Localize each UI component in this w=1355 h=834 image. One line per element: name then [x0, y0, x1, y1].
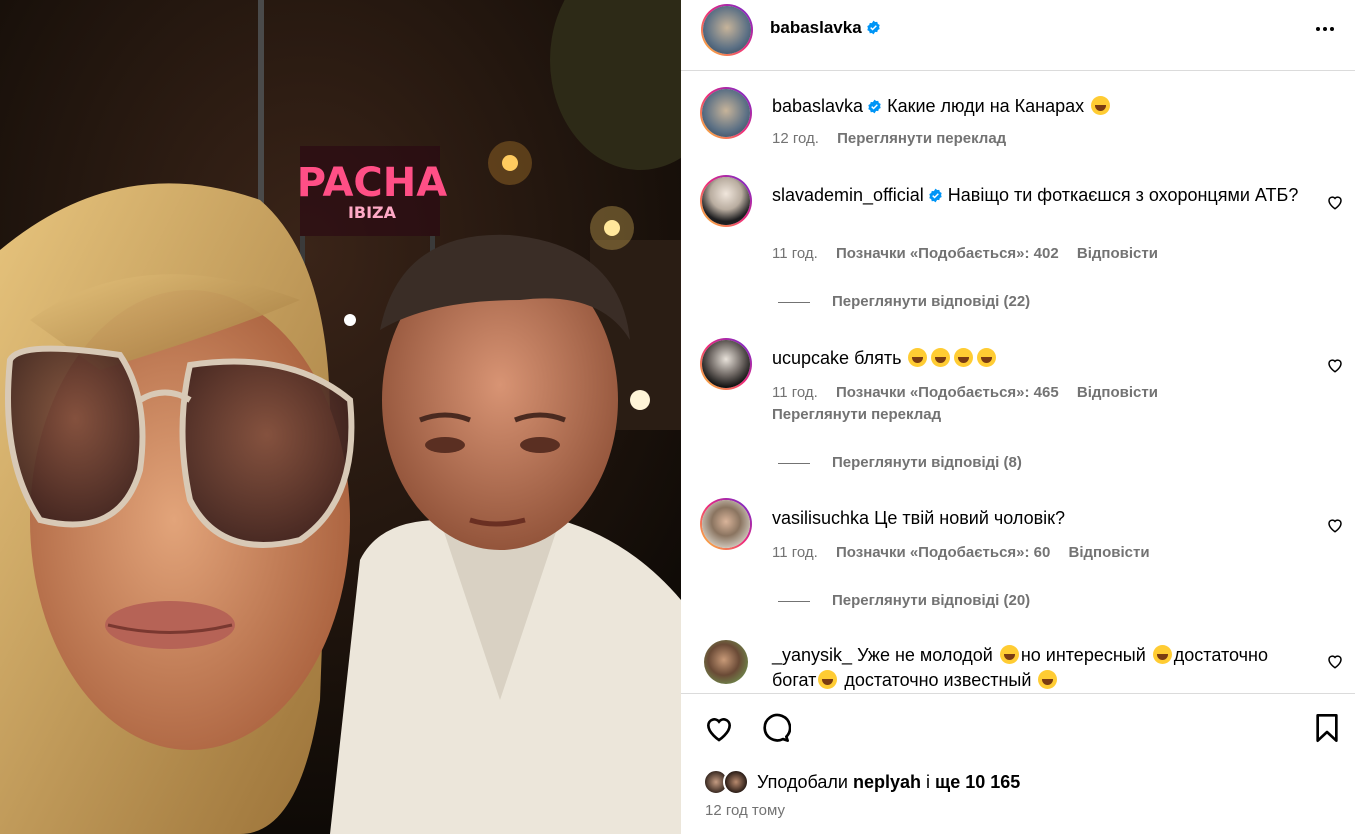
comment-meta: 11 год. Позначки «Подобається»: 465 Відп…	[772, 384, 1172, 401]
reply-button[interactable]: Відповісти	[1077, 245, 1158, 262]
laughing-emoji-icon	[818, 670, 838, 689]
laughing-emoji-icon	[1038, 670, 1058, 689]
laughing-emoji-icon	[931, 348, 951, 367]
comment-avatar[interactable]	[700, 175, 752, 227]
comment-meta: 11 год. Позначки «Подобається»: 402 Відп…	[772, 245, 1172, 262]
sign-pacha-text: PACHA	[297, 160, 447, 206]
heart-icon[interactable]	[703, 712, 735, 744]
caption-username[interactable]: babaslavka	[772, 96, 863, 116]
liker-avatar	[723, 769, 749, 795]
comment-icon[interactable]	[759, 712, 791, 744]
comment-text-row: ucupcake блять	[772, 346, 1312, 371]
comment-avatar[interactable]	[700, 338, 752, 390]
verified-badge-icon	[868, 99, 881, 114]
comment-likes[interactable]: Позначки «Подобається»: 465	[836, 384, 1059, 401]
laughing-emoji-icon	[954, 348, 974, 367]
comment-text: блять	[854, 348, 902, 368]
comment-time[interactable]: 11 год.	[772, 384, 818, 401]
post-side-panel: babaslavka babaslavka Какие люди на Кана…	[681, 0, 1355, 834]
comment-text-part: достаточно известный	[844, 670, 1032, 690]
post-header: babaslavka	[681, 0, 1355, 71]
comment-text: Навіщо ти фоткаєшся з охоронцями АТБ?	[947, 185, 1299, 205]
verified-badge-icon	[929, 188, 942, 203]
sign-ibiza-text: IBIZA	[348, 203, 397, 222]
laughing-emoji-icon	[977, 348, 997, 367]
view-replies-button[interactable]: Переглянути відповіді (8)	[778, 454, 1022, 471]
caption-time[interactable]: 12 год.	[772, 130, 819, 147]
photo-illustration: PACHA IBIZA	[0, 0, 681, 834]
replies-divider-line	[778, 301, 810, 303]
reply-button[interactable]: Відповісти	[1077, 384, 1158, 401]
comment-text-row: vasilisuchka Це твій новий чоловік?	[772, 506, 1312, 531]
view-replies-button[interactable]: Переглянути відповіді (20)	[778, 592, 1030, 609]
view-replies-label[interactable]: Переглянути відповіді (20)	[832, 592, 1030, 609]
heart-icon[interactable]	[1326, 356, 1344, 374]
view-replies-button[interactable]: Переглянути відповіді (22)	[778, 293, 1030, 310]
caption-meta: 12 год. Переглянути переклад	[772, 130, 1020, 147]
comment-meta: 11 год. Позначки «Подобається»: 60 Відпо…	[772, 544, 1164, 561]
comment-username[interactable]: slavademin_official	[772, 185, 924, 205]
post-timestamp[interactable]: 12 год тому	[705, 802, 785, 819]
post-actions: Уподобали neplyah і ще 10 165 12 год том…	[681, 693, 1355, 834]
heart-icon[interactable]	[1326, 652, 1344, 670]
likes-text: Уподобали neplyah і ще 10 165	[757, 772, 1020, 793]
comment-time[interactable]: 11 год.	[772, 245, 818, 262]
likes-avatars	[703, 768, 753, 798]
instagram-post: PACHA IBIZA babaslavka babaslavka Какие …	[0, 0, 1355, 834]
replies-divider-line	[778, 462, 810, 464]
caption-avatar[interactable]	[700, 87, 752, 139]
comments-list[interactable]: babaslavka Какие люди на Канарах 12 год.…	[681, 72, 1355, 692]
likes-count[interactable]: ще 10 165	[935, 772, 1020, 792]
comment-text-row: slavademin_official Навіщо ти фоткаєшся …	[772, 183, 1312, 208]
comment-translate-link[interactable]: Переглянути переклад	[772, 406, 941, 423]
comment-text: Це твій новий чоловік?	[874, 508, 1066, 528]
comment-avatar[interactable]	[704, 640, 748, 684]
caption-text: Какие люди на Канарах	[887, 96, 1085, 116]
laughing-emoji-icon	[999, 645, 1019, 664]
comment-username[interactable]: _yanysik_	[772, 645, 852, 665]
comment-avatar[interactable]	[700, 498, 752, 550]
laughing-emoji-icon	[1152, 645, 1172, 664]
winking-tongue-emoji-icon	[1091, 96, 1111, 115]
laughing-emoji-icon	[908, 348, 928, 367]
author-avatar[interactable]	[701, 4, 753, 56]
comment-username[interactable]: vasilisuchka	[772, 508, 869, 528]
post-photo[interactable]: PACHA IBIZA	[0, 0, 681, 834]
verified-badge-icon	[867, 20, 880, 35]
comment-text-part: Уже не молодой	[857, 645, 993, 665]
author-username-text[interactable]: babaslavka	[770, 18, 862, 37]
comment-likes[interactable]: Позначки «Подобається»: 60	[836, 544, 1050, 561]
heart-icon[interactable]	[1326, 516, 1344, 534]
author-username[interactable]: babaslavka	[770, 18, 881, 38]
comment-text-part: но интересный	[1020, 645, 1146, 665]
comment-likes[interactable]: Позначки «Подобається»: 402	[836, 245, 1059, 262]
comment-username[interactable]: ucupcake	[772, 348, 849, 368]
heart-icon[interactable]	[1326, 193, 1344, 211]
view-replies-label[interactable]: Переглянути відповіді (22)	[832, 293, 1030, 310]
caption-text-row: babaslavka Какие люди на Канарах	[772, 94, 1312, 119]
more-options-icon[interactable]	[1313, 17, 1337, 41]
view-replies-label[interactable]: Переглянути відповіді (8)	[832, 454, 1022, 471]
comment-time[interactable]: 11 год.	[772, 544, 818, 561]
likes-middle: і	[926, 772, 931, 792]
bookmark-icon[interactable]	[1311, 712, 1343, 744]
reply-button[interactable]: Відповісти	[1069, 544, 1150, 561]
likes-prefix: Уподобали	[757, 772, 848, 792]
liker-username[interactable]: neplyah	[853, 772, 921, 792]
comment-text-row: _yanysik_ Уже не молодой но интересный д…	[772, 643, 1312, 692]
caption-translate-link[interactable]: Переглянути переклад	[837, 130, 1006, 147]
replies-divider-line	[778, 600, 810, 602]
